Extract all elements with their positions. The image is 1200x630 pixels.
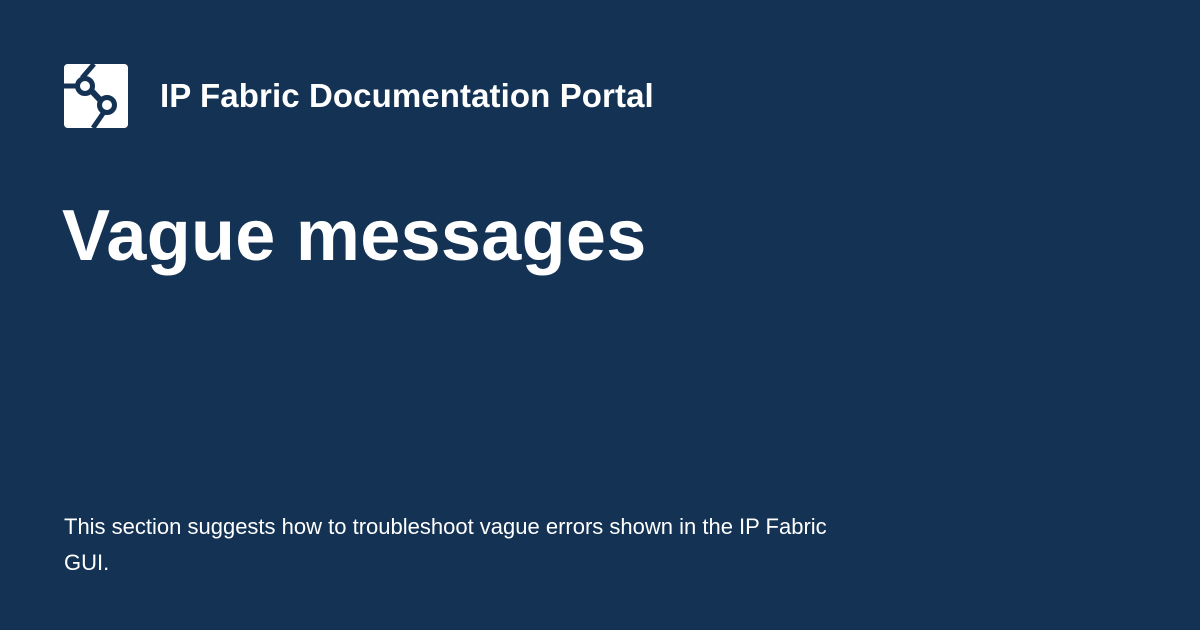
ip-fabric-logo-icon (64, 64, 128, 128)
page-description: This section suggests how to troubleshoo… (64, 514, 827, 575)
site-name: IP Fabric Documentation Portal (160, 77, 654, 114)
header: IP Fabric Documentation Portal (64, 64, 654, 128)
page-title: Vague messages (62, 196, 647, 276)
social-card: IP Fabric Documentation Portal Vague mes… (0, 0, 1200, 630)
